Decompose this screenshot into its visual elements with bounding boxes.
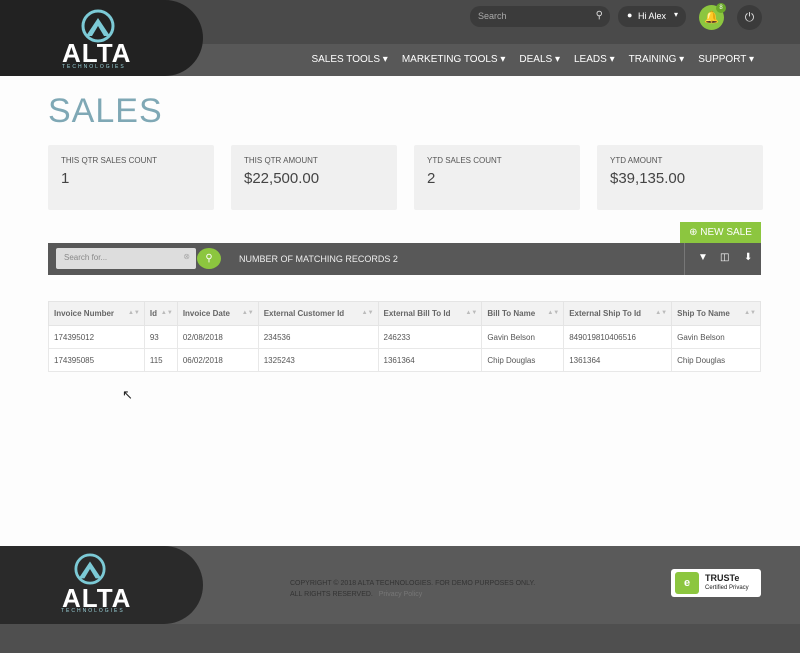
power-icon[interactable]: ⏻ xyxy=(737,5,762,30)
user-icon: ● xyxy=(627,10,633,20)
stat-value: 1 xyxy=(61,170,70,187)
columns-icon[interactable]: ◫ xyxy=(720,252,729,263)
download-icon[interactable]: ⬇ xyxy=(744,252,752,263)
nav-marketing-tools[interactable]: MARKETING TOOLS ▾ xyxy=(402,54,506,65)
search-icon[interactable]: ⚲ xyxy=(596,10,603,21)
stat-card-qtr-count: THIS QTR SALES COUNT 1 xyxy=(48,145,214,210)
main-nav: SALES TOOLS ▾ MARKETING TOOLS ▾ DEALS ▾ … xyxy=(311,54,754,65)
mouse-cursor-icon: ↖ xyxy=(122,387,133,402)
filter-icon[interactable]: ▼ xyxy=(698,252,708,263)
cell-id: 115 xyxy=(143,348,178,372)
clear-icon[interactable]: ⊗ xyxy=(183,252,190,261)
col-invoice-number[interactable]: Invoice Number ▲▼ xyxy=(48,301,145,326)
cell-external-customer-id: 234536 xyxy=(257,325,379,349)
logo-block[interactable]: ALTA TECHNOLOGIES xyxy=(0,0,203,76)
nav-training[interactable]: TRAINING ▾ xyxy=(629,54,685,65)
cell-external-customer-id: 1325243 xyxy=(257,348,379,372)
copyright-text: COPYRIGHT © 2018 ALTA TECHNOLOGIES. FOR … xyxy=(290,580,536,598)
table-header-row: Invoice Number ▲▼ Id ▲▼ Invoice Date ▲▼ Ext… xyxy=(48,301,761,326)
stat-card-ytd-amount: YTD AMOUNT $39,135.00 xyxy=(597,145,763,210)
cell-id: 93 xyxy=(143,325,178,349)
cell-external-ship-to-id: 849019810406516 xyxy=(563,325,673,349)
cell-bill-to-name: Gavin Belson xyxy=(481,325,565,349)
cell-ship-to-name: Gavin Belson xyxy=(671,325,761,349)
stat-value: $39,135.00 xyxy=(610,170,686,187)
truste-e-icon: e xyxy=(675,572,699,594)
page-title: SALES xyxy=(48,92,163,130)
stat-value: $22,500.00 xyxy=(244,170,320,187)
table-search-placeholder: Search for... xyxy=(64,253,108,262)
footer-alta-logo-icon xyxy=(74,553,106,585)
sales-table: Invoice Number ▲▼ Id ▲▼ Invoice Date ▲▼ Ext… xyxy=(48,301,761,372)
plus-circle-icon: ⊕ xyxy=(689,227,698,238)
col-external-customer-id[interactable]: External Customer Id ▲▼ xyxy=(257,301,379,326)
col-bill-to-name[interactable]: Bill To Name ▲▼ xyxy=(481,301,565,326)
table-row[interactable]: 174395012 93 02/08/2018 234536 246233 Ga… xyxy=(48,325,761,349)
cell-invoice-number: 174395085 xyxy=(48,348,145,372)
table-toolbar: Search for... ⊗ ⚲ NUMBER OF MATCHING REC… xyxy=(48,243,761,275)
stat-card-qtr-amount: THIS QTR AMOUNT $22,500.00 xyxy=(231,145,397,210)
col-id[interactable]: Id ▲▼ xyxy=(143,301,178,326)
stat-label: YTD SALES COUNT xyxy=(427,156,502,165)
col-ship-to-name[interactable]: Ship To Name ▲▼ xyxy=(671,301,761,326)
notification-badge: 8 xyxy=(716,3,726,13)
truste-badge[interactable]: e TRUSTe Certified Privacy xyxy=(671,569,761,597)
col-external-bill-to-id[interactable]: External Bill To Id ▲▼ xyxy=(377,301,483,326)
user-menu-button[interactable]: ● Hi Alex ▾ xyxy=(618,6,686,27)
toolbar-divider xyxy=(684,243,685,275)
nav-support[interactable]: SUPPORT ▾ xyxy=(698,54,754,65)
stat-label: THIS QTR AMOUNT xyxy=(244,156,318,165)
stat-value: 2 xyxy=(427,170,436,187)
col-external-ship-to-id[interactable]: External Ship To Id ▲▼ xyxy=(563,301,673,326)
nav-sales-tools[interactable]: SALES TOOLS ▾ xyxy=(311,54,387,65)
table-row[interactable]: 174395085 115 06/02/2018 1325243 1361364… xyxy=(48,348,761,372)
cell-ship-to-name: Chip Douglas xyxy=(671,348,761,372)
header-search-placeholder: Search xyxy=(478,11,507,21)
nav-leads[interactable]: LEADS ▾ xyxy=(574,54,615,65)
nav-deals[interactable]: DEALS ▾ xyxy=(519,54,560,65)
cell-invoice-date: 06/02/2018 xyxy=(176,348,259,372)
cell-external-bill-to-id: 246233 xyxy=(377,325,483,349)
stat-label: YTD AMOUNT xyxy=(610,156,663,165)
stat-label: THIS QTR SALES COUNT xyxy=(61,156,158,165)
cell-bill-to-name: Chip Douglas xyxy=(481,348,565,372)
table-search-input[interactable]: Search for... ⊗ xyxy=(56,248,196,269)
stat-card-ytd-count: YTD SALES COUNT 2 xyxy=(414,145,580,210)
privacy-policy-link[interactable]: Privacy Policy xyxy=(379,591,423,598)
logo-tagline: TECHNOLOGIES xyxy=(62,64,126,70)
header-search-input[interactable]: Search ⚲ xyxy=(470,6,610,27)
truste-title: TRUSTe xyxy=(705,573,740,583)
matching-records-count: NUMBER OF MATCHING RECORDS 2 xyxy=(239,254,398,264)
caret-down-icon: ▾ xyxy=(674,10,679,19)
search-go-icon[interactable]: ⚲ xyxy=(197,248,221,269)
cell-invoice-date: 02/08/2018 xyxy=(176,325,259,349)
cell-invoice-number: 174395012 xyxy=(48,325,145,349)
cell-external-bill-to-id: 1361364 xyxy=(377,348,483,372)
cell-external-ship-to-id: 1361364 xyxy=(563,348,673,372)
footer-logo-tagline: TECHNOLOGIES xyxy=(61,608,125,614)
new-sale-button[interactable]: ⊕ NEW SALE xyxy=(680,222,761,243)
user-menu-label: Hi Alex xyxy=(638,11,667,21)
truste-subtitle: Certified Privacy xyxy=(705,585,749,591)
col-invoice-date[interactable]: Invoice Date ▲▼ xyxy=(176,301,259,326)
